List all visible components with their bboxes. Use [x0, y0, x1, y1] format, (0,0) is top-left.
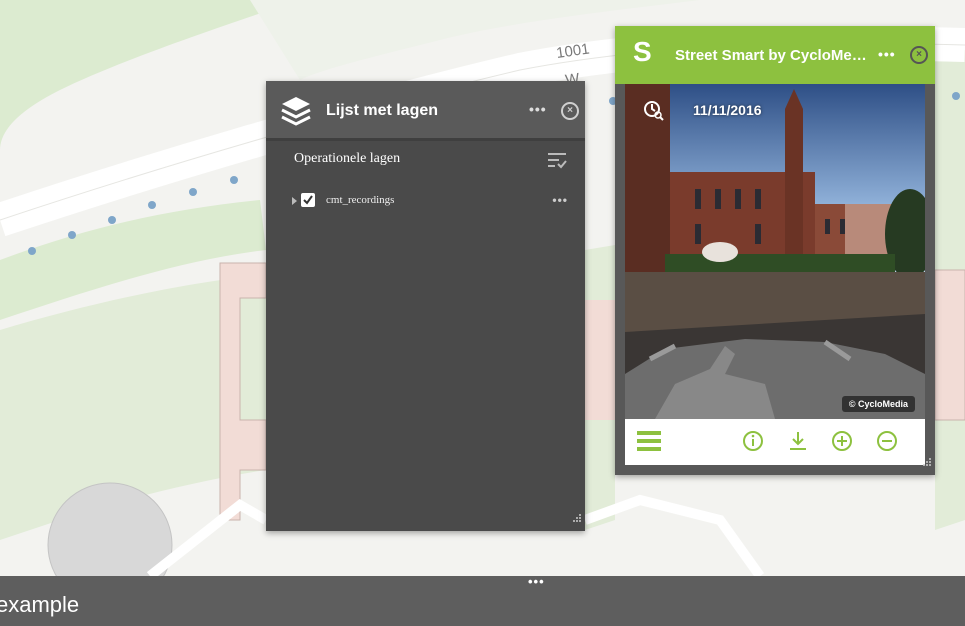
street-smart-close-button[interactable]: ×	[910, 46, 928, 64]
street-smart-logo: S	[633, 36, 652, 67]
layer-list-close-button[interactable]: ×	[561, 102, 579, 120]
info-icon[interactable]	[742, 430, 764, 457]
expand-triangle-icon[interactable]	[292, 197, 297, 205]
bottom-panel-more-button[interactable]: •••	[528, 574, 545, 589]
operational-layers-title: Operationele lagen	[294, 151, 401, 166]
layer-row[interactable]: cmt_recordings •••	[292, 192, 568, 212]
download-icon[interactable]	[787, 430, 809, 457]
street-smart-title: Street Smart by CycloMedia	[675, 47, 870, 64]
recording-date: 11/11/2016	[693, 102, 762, 118]
layer-list-title: Lijst met lagen	[326, 102, 439, 119]
copyright-badge: © CycloMedia	[841, 396, 915, 412]
zoom-in-icon[interactable]	[831, 430, 853, 457]
layer-list-header[interactable]: Lijst met lagen ••• ×	[266, 81, 585, 141]
checkmark-icon	[303, 195, 313, 205]
resize-handle-icon[interactable]	[572, 510, 582, 528]
time-travel-icon[interactable]	[643, 100, 665, 127]
layer-name[interactable]: cmt_recordings	[326, 194, 394, 206]
street-smart-header[interactable]: S Street Smart by CycloMedia ••• ×	[615, 26, 935, 84]
menu-icon[interactable]	[637, 430, 661, 457]
street-smart-toolbar	[625, 419, 925, 465]
street-smart-more-button[interactable]: •••	[878, 46, 896, 62]
panorama-viewer[interactable]: 11/11/2016 © CycloMedia	[625, 84, 925, 419]
filter-list-icon[interactable]	[547, 151, 567, 174]
layer-more-button[interactable]: •••	[552, 193, 568, 207]
layer-list-panel[interactable]: Lijst met lagen ••• × Operationele lagen…	[266, 81, 585, 531]
layer-visibility-checkbox[interactable]	[301, 193, 315, 207]
layers-icon	[280, 95, 312, 132]
zoom-out-icon[interactable]	[876, 430, 898, 457]
panorama-image[interactable]	[625, 84, 925, 419]
street-smart-panel[interactable]: S Street Smart by CycloMedia ••• × 11/11…	[615, 26, 935, 475]
bottom-panel[interactable]: ••• example	[0, 574, 965, 626]
layer-list-more-button[interactable]: •••	[529, 101, 547, 117]
bottom-panel-text: example	[0, 592, 80, 617]
resize-handle-icon[interactable]	[922, 454, 932, 472]
